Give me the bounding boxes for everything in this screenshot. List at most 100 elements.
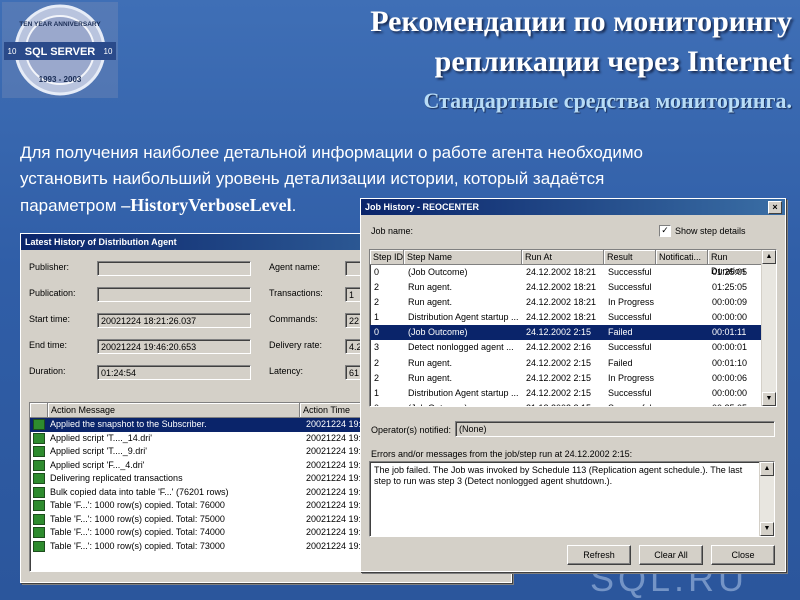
scroll-down-icon[interactable]: ▼: [762, 392, 776, 406]
scroll-up-icon[interactable]: ▲: [762, 250, 776, 264]
errors-label: Errors and/or messages from the job/step…: [371, 449, 633, 459]
body-line-2: установить наибольший уровень детализаци…: [20, 169, 605, 188]
step-name-cell: Run agent.: [408, 297, 453, 308]
clear-all-button[interactable]: Clear All: [639, 545, 703, 565]
run-duration-cell: 00:00:01: [712, 342, 748, 353]
show-step-details-label[interactable]: Show step details: [675, 226, 746, 236]
errors-text: The job failed. The Job was invoked by S…: [374, 465, 743, 486]
refresh-button[interactable]: Refresh: [567, 545, 631, 565]
job-history-row[interactable]: 0 (Job Outcome) 24.12.2002 18:21 Successful…: [370, 265, 776, 280]
col-run-duration[interactable]: Run Duration: [708, 250, 762, 276]
step-id-cell: 1: [374, 387, 380, 398]
notification-cell: [656, 310, 708, 325]
logo-top-text: TEN YEAR ANNIVERSARY: [19, 21, 101, 28]
job-history-row[interactable]: 2 Run agent. 24.12.2002 18:21 Successful 01:…: [370, 280, 776, 295]
notification-cell: [656, 371, 708, 386]
agent-status-icon: [30, 459, 48, 473]
action-message-cell: Table 'F...': 1000 row(s) copied. Total:…: [50, 513, 225, 524]
action-message-cell: Bulk copied data into table 'F...' (7620…: [50, 486, 229, 497]
job-history-row[interactable]: 0 (Job Outcome) 24.12.2002 2:15 Failed 00:01…: [370, 325, 776, 341]
action-message-cell: Applied script 'T...._14.dri': [50, 432, 152, 443]
logo-main-text: SQL SERVER: [25, 46, 96, 58]
agent-status-icon: [30, 432, 48, 446]
agent-status-icon: [30, 418, 48, 432]
notification-cell: [656, 295, 708, 310]
run-duration-cell: 00:01:11: [712, 327, 747, 338]
notification-cell: [656, 325, 708, 340]
step-name-cell: (Job Outcome): [404, 401, 522, 406]
step-name-cell: Run agent.: [408, 357, 453, 368]
result-cell: In Progress: [608, 297, 655, 308]
publication-field[interactable]: [97, 287, 251, 302]
job-history-row[interactable]: 1 Distribution Agent startup ... 24.12.200…: [370, 386, 776, 401]
job-grid-scrollbar[interactable]: ▲ ▼: [761, 250, 776, 406]
step-id-cell: 1: [374, 312, 380, 323]
step-id-cell: 3: [374, 342, 380, 353]
col-result[interactable]: Result: [604, 250, 656, 264]
job-history-grid[interactable]: Step ID Step Name Run At Result Notifica…: [369, 249, 777, 407]
publisher-label: Publisher:: [29, 262, 70, 272]
agent-status-icon: [30, 445, 48, 459]
show-step-details-checkbox[interactable]: ✓: [659, 225, 671, 237]
col-step-name[interactable]: Step Name: [404, 250, 522, 264]
action-message-cell: Delivering replicated transactions: [50, 473, 183, 483]
run-at-cell: 21.12.2002 2:15: [522, 401, 604, 406]
close-icon[interactable]: ×: [768, 201, 782, 214]
body-line-3-suffix: .: [291, 196, 297, 215]
step-id-cell: 2: [374, 297, 380, 308]
action-message-cell: Table 'F...': 1000 row(s) copied. Total:…: [50, 540, 225, 551]
job-history-row[interactable]: 2 Run agent. 24.12.2002 18:21 In Progress 00…: [370, 295, 776, 310]
agent-status-icon: [30, 513, 48, 527]
errors-scroll-down-icon[interactable]: ▼: [760, 522, 774, 536]
job-history-window: Job History - REOCENTER × Job name: ✓ Sh…: [360, 198, 786, 572]
col-run-at[interactable]: Run At: [522, 250, 604, 264]
start-time-label: Start time:: [29, 314, 71, 324]
commands-label: Commands:: [269, 314, 318, 324]
operators-notified-field[interactable]: (None): [455, 421, 775, 437]
run-at-cell: 24.12.2002 2:15: [526, 327, 592, 338]
logo-num-right: 10: [104, 47, 113, 56]
duration-field[interactable]: 01:24:54: [97, 365, 251, 380]
step-id-cell: 2: [374, 372, 380, 383]
publisher-field[interactable]: [97, 261, 251, 276]
col-notification[interactable]: Notificati...: [656, 250, 708, 264]
step-name-cell: Detect nonlogged agent ...: [408, 342, 514, 353]
result-cell: Successful: [608, 267, 652, 277]
errors-textbox[interactable]: The job failed. The Job was invoked by S…: [369, 461, 775, 537]
run-duration-cell: 00:25:05: [708, 401, 762, 406]
end-time-field[interactable]: 20021224 19:46:20.653: [97, 339, 251, 354]
job-name-label: Job name:: [371, 226, 414, 236]
close-button[interactable]: Close: [711, 545, 775, 565]
run-at-cell: 24.12.2002 2:16: [526, 342, 592, 353]
step-id-cell: 0: [374, 267, 380, 277]
job-history-row[interactable]: 0(Job Outcome)21.12.2002 2:15Successful 0…: [370, 401, 776, 406]
body-line-1: Для получения наиболее детальной информа…: [20, 143, 643, 162]
job-history-row[interactable]: 3 Detect nonlogged agent ... 24.12.2002 2:…: [370, 340, 776, 355]
delivery-rate-label: Delivery rate:: [269, 340, 323, 350]
run-at-cell: 24.12.2002 2:15: [526, 357, 592, 368]
errors-scroll-up-icon[interactable]: ▲: [760, 462, 774, 476]
step-name-cell: Distribution Agent startup ...: [408, 312, 519, 323]
agent-status-icon: [30, 472, 48, 486]
notification-cell: [656, 356, 708, 371]
run-at-cell: 24.12.2002 18:21: [526, 267, 597, 277]
col-step-id[interactable]: Step ID: [370, 250, 404, 264]
slide-title: Рекомендации по мониторингу репликации ч…: [140, 2, 792, 82]
start-time-field[interactable]: 20021224 18:21:26.037: [97, 313, 251, 328]
job-history-row[interactable]: 2 Run agent. 24.12.2002 2:15 Failed 00:01:10: [370, 356, 776, 371]
errors-scrollbar[interactable]: ▲ ▼: [759, 462, 774, 536]
verbose-param: –HistoryVerboseLevel: [121, 195, 292, 215]
action-message-cell: Table 'F...': 1000 row(s) copied. Total:…: [50, 527, 225, 537]
col-action-message[interactable]: Action Message: [48, 403, 300, 417]
job-window-title: Job History - REOCENTER: [365, 202, 480, 212]
step-name-cell: Distribution Agent startup ...: [408, 387, 519, 398]
step-id-cell: 2: [374, 357, 380, 368]
step-name-cell: Run agent.: [408, 282, 453, 293]
slide-subtitle: Стандартные средства мониторинга.: [423, 88, 792, 113]
job-history-row[interactable]: 2 Run agent. 24.12.2002 2:15 In Progress 00:…: [370, 371, 776, 386]
job-history-row[interactable]: 1 Distribution Agent startup ... 24.12.200…: [370, 310, 776, 325]
step-id-cell: 0: [370, 401, 404, 406]
agent-status-icon: [30, 499, 48, 513]
publication-label: Publication:: [29, 288, 76, 298]
run-at-cell: 24.12.2002 18:21: [526, 282, 597, 293]
